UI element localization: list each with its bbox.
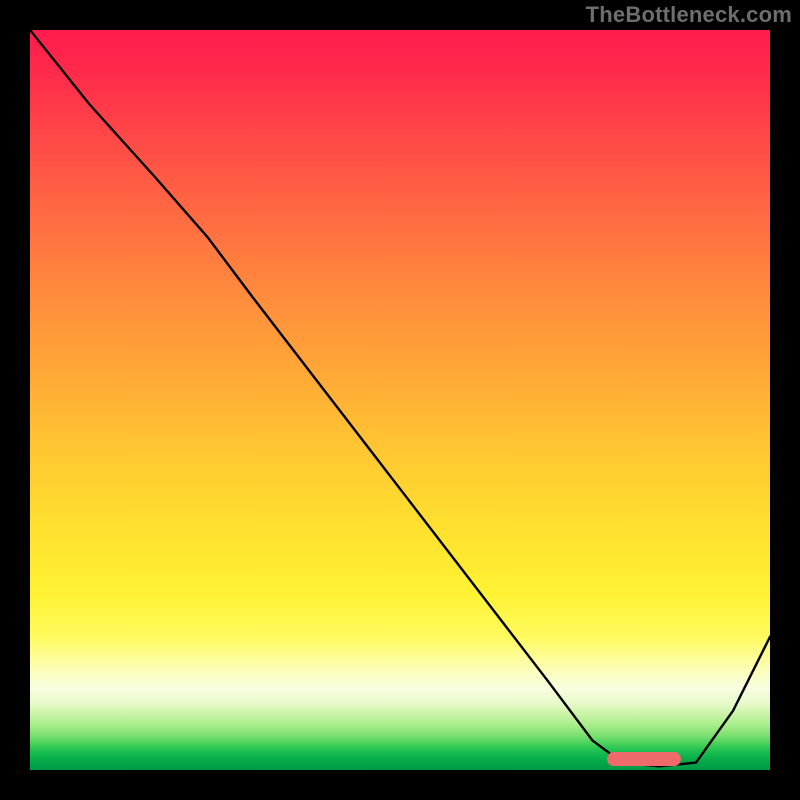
watermark-text: TheBottleneck.com	[586, 2, 792, 28]
chart-stage: TheBottleneck.com	[0, 0, 800, 800]
plot-area	[30, 30, 770, 770]
optimal-range-marker	[607, 752, 681, 766]
bottleneck-curve	[30, 30, 770, 770]
